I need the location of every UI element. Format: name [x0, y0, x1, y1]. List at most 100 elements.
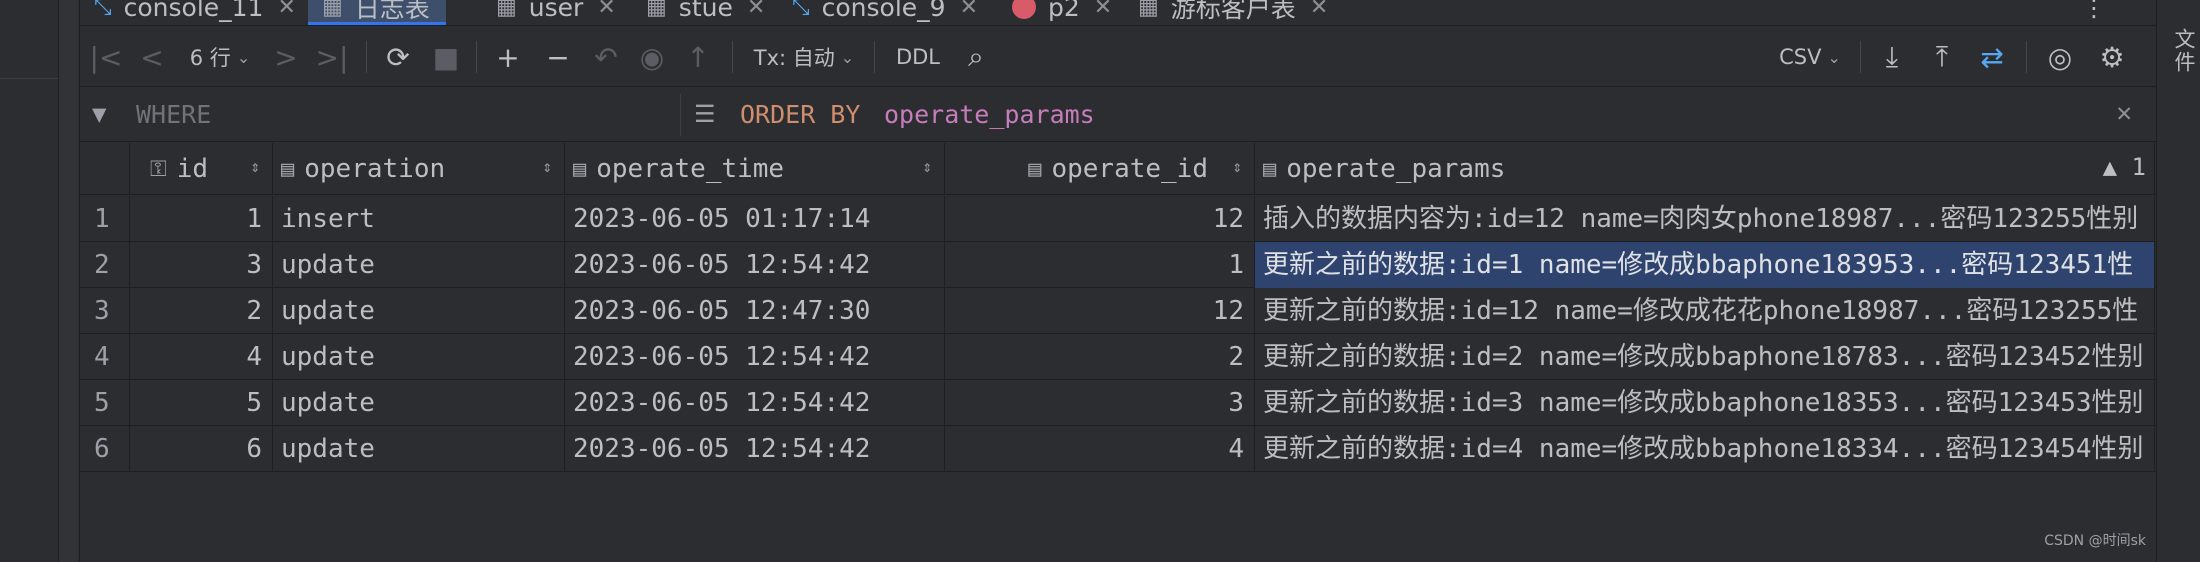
tab-cursor-customer-table[interactable]: ▦ 游标客户表 ✕ — [1138, 0, 1328, 25]
close-icon[interactable]: ✕ — [747, 0, 765, 20]
submit-icon[interactable]: ↑ — [676, 27, 720, 87]
column-header-operation[interactable]: ▤ operation ⇕ — [273, 143, 565, 195]
cell-operate-time[interactable]: 2023-06-05 01:17:14 — [565, 196, 945, 242]
grid-header: ⚿ id ⇕ ▤ operation ⇕ ▤ operate_time ⇕ ▤ … — [80, 143, 2156, 195]
filter-bar: ▼ WHERE ☰ ORDER BY operate_params ✕ — [80, 88, 2156, 142]
tab-log-table[interactable]: ▦ 日志表 — [308, 0, 446, 25]
cell-operate-params[interactable]: 更新之前的数据:id=4 name=修改成bbaphone18334...密码1… — [1255, 426, 2155, 472]
console-icon: ⤡ — [792, 0, 810, 20]
first-page-icon[interactable]: |< — [86, 27, 126, 87]
more-tabs-icon[interactable]: ⋮ — [2082, 0, 2106, 22]
cell-operate-id[interactable]: 1 — [945, 242, 1255, 288]
cell-operation[interactable]: update — [273, 426, 565, 472]
table-row[interactable]: 1 1 insert 2023-06-05 01:17:14 12 插入的数据内… — [80, 196, 2156, 242]
tab-console-11[interactable]: ⤡ console_11 ✕ — [94, 0, 296, 25]
preview-pending-icon[interactable]: ◉ — [630, 27, 674, 87]
cell-operation[interactable]: update — [273, 380, 565, 426]
next-page-icon[interactable]: > — [266, 27, 306, 87]
cell-id[interactable]: 6 — [130, 426, 273, 472]
table-row[interactable]: 3 2 update 2023-06-05 12:47:30 12 更新之前的数… — [80, 288, 2156, 334]
search-icon[interactable]: ⌕ — [954, 27, 998, 87]
cell-id[interactable]: 5 — [130, 380, 273, 426]
column-header-operate-time[interactable]: ▤ operate_time ⇕ — [565, 143, 945, 195]
cell-operate-id[interactable]: 3 — [945, 380, 1255, 426]
refresh-icon[interactable]: ⟳ — [376, 27, 420, 87]
cell-id[interactable]: 4 — [130, 334, 273, 380]
transaction-mode-selector[interactable]: Tx: 自动 ⌄ — [744, 27, 864, 87]
row-count-label: 6 行 — [189, 46, 231, 70]
table-row[interactable]: 4 4 update 2023-06-05 12:54:42 2 更新之前的数据… — [80, 334, 2156, 380]
cell-operate-time[interactable]: 2023-06-05 12:54:42 — [565, 242, 945, 288]
sort-icon[interactable]: ⇕ — [922, 157, 932, 176]
cell-id[interactable]: 3 — [130, 242, 273, 288]
last-page-icon[interactable]: >| — [310, 27, 354, 87]
close-icon[interactable]: ✕ — [1094, 0, 1112, 20]
sort-lines-icon: ☰ — [694, 100, 716, 128]
tab-console-9[interactable]: ⤡ console_9 ✕ — [792, 0, 978, 25]
cell-operate-time[interactable]: 2023-06-05 12:54:42 — [565, 380, 945, 426]
cell-operation[interactable]: insert — [273, 196, 565, 242]
cell-operate-params[interactable]: 更新之前的数据:id=12 name=修改成花花phone18987...密码1… — [1255, 288, 2155, 334]
cell-id[interactable]: 2 — [130, 288, 273, 334]
revert-icon[interactable]: ↶ — [584, 27, 628, 87]
column-header-label: operation — [304, 154, 446, 184]
row-count-selector[interactable]: 6 行 ⌄ — [180, 27, 260, 87]
close-icon[interactable]: ✕ — [1310, 0, 1328, 20]
cell-operate-time[interactable]: 2023-06-05 12:54:42 — [565, 426, 945, 472]
cell-id[interactable]: 1 — [130, 196, 273, 242]
compare-icon[interactable]: ⇄ — [1970, 27, 2014, 87]
tab-stue[interactable]: ▦ stue ✕ — [646, 0, 765, 25]
row-number: 6 — [80, 426, 130, 472]
export-format-selector[interactable]: CSV ⌄ — [1770, 27, 1850, 87]
download-icon[interactable]: ⤓ — [1870, 27, 1914, 87]
ddl-button[interactable]: DDL — [886, 27, 950, 87]
sort-ascending-indicator[interactable]: ▲ 1 — [2103, 153, 2146, 181]
column-icon: ▤ — [1028, 156, 1042, 182]
cell-operate-time[interactable]: 2023-06-05 12:54:42 — [565, 334, 945, 380]
gear-icon[interactable]: ⚙ — [2088, 27, 2136, 87]
order-by-input[interactable]: operate_params — [884, 100, 1095, 129]
tab-user[interactable]: ▦ user ✕ — [496, 0, 616, 25]
row-number: 5 — [80, 380, 130, 426]
table-row[interactable]: 2 3 update 2023-06-05 12:54:42 1 更新之前的数据… — [80, 242, 2156, 288]
column-header-operate-id[interactable]: ▤ operate_id ⇕ — [945, 143, 1255, 195]
table-row[interactable]: 5 5 update 2023-06-05 12:54:42 3 更新之前的数据… — [80, 380, 2156, 426]
files-tool-window-button[interactable]: 文件 — [2169, 28, 2199, 74]
cell-operate-id[interactable]: 2 — [945, 334, 1255, 380]
close-icon[interactable]: ✕ — [2116, 98, 2132, 128]
column-icon: ▤ — [1263, 156, 1277, 182]
order-by-keyword[interactable]: ORDER BY — [740, 100, 860, 129]
cell-operation[interactable]: update — [273, 242, 565, 288]
column-header-id[interactable]: ⚿ id ⇕ — [130, 143, 273, 195]
sort-icon[interactable]: ⇕ — [542, 157, 552, 176]
previous-page-icon[interactable]: < — [132, 27, 172, 87]
table-row[interactable]: 6 6 update 2023-06-05 12:54:42 4 更新之前的数据… — [80, 426, 2156, 472]
upload-icon[interactable]: ⤒ — [1920, 27, 1964, 87]
column-header-label: operate_params — [1286, 154, 1506, 184]
cell-operate-id[interactable]: 4 — [945, 426, 1255, 472]
view-options-icon[interactable]: ◎ — [2036, 27, 2084, 87]
sort-icon[interactable]: ⇕ — [1232, 157, 1242, 176]
close-icon[interactable]: ✕ — [597, 0, 615, 20]
cell-operate-params-selected[interactable]: 更新之前的数据:id=1 name=修改成bbaphone183953...密码… — [1255, 242, 2155, 288]
cell-operate-id[interactable]: 12 — [945, 196, 1255, 242]
filter-icon[interactable]: ▼ — [92, 100, 106, 128]
delete-row-icon[interactable]: − — [536, 27, 580, 87]
column-icon: ▤ — [281, 156, 295, 182]
add-row-icon[interactable]: + — [486, 27, 530, 87]
cell-operate-time[interactable]: 2023-06-05 12:47:30 — [565, 288, 945, 334]
where-filter-input[interactable]: WHERE — [136, 100, 211, 129]
close-icon[interactable]: ✕ — [277, 0, 295, 20]
tab-p2[interactable]: p2 ✕ — [1012, 0, 1112, 25]
close-icon[interactable]: ✕ — [960, 0, 978, 20]
column-icon: ▤ — [573, 156, 587, 182]
cell-operate-params[interactable]: 更新之前的数据:id=3 name=修改成bbaphone18353...密码1… — [1255, 380, 2155, 426]
cell-operation[interactable]: update — [273, 288, 565, 334]
sort-icon[interactable]: ⇕ — [250, 157, 260, 176]
cell-operation[interactable]: update — [273, 334, 565, 380]
stop-icon[interactable]: ■ — [426, 27, 466, 87]
column-header-operate-params[interactable]: ▤ operate_params ▲ 1 — [1255, 143, 2155, 195]
cell-operate-id[interactable]: 12 — [945, 288, 1255, 334]
cell-operate-params[interactable]: 插入的数据内容为:id=12 name=肉肉女phone18987...密码12… — [1255, 196, 2155, 242]
cell-operate-params[interactable]: 更新之前的数据:id=2 name=修改成bbaphone18783...密码1… — [1255, 334, 2155, 380]
